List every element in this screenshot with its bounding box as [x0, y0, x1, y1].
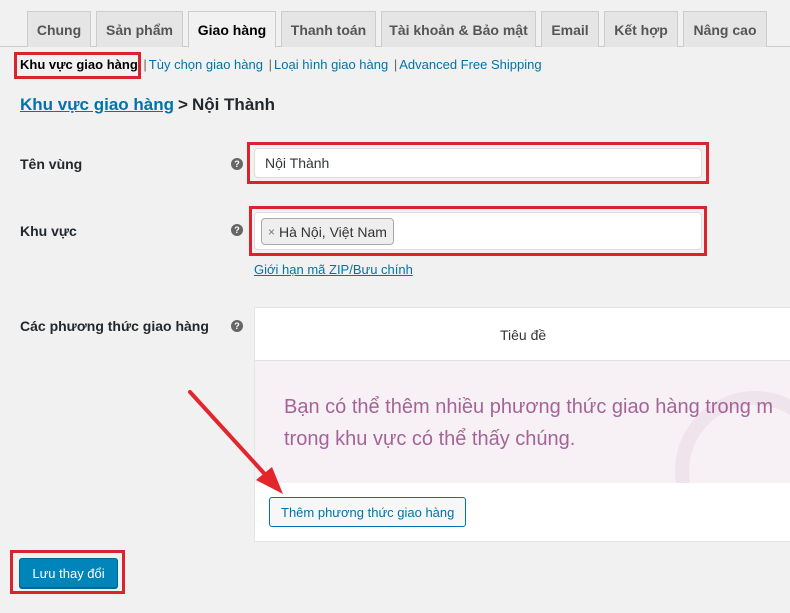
tab-shipping[interactable]: Giao hàng	[188, 11, 276, 48]
subnav-shipping-options[interactable]: Tùy chọn giao hàng	[149, 57, 263, 72]
blank-state-line-2: trong khu vực có thể thấy chúng.	[284, 428, 576, 450]
tab-integration[interactable]: Kết hợp	[604, 11, 678, 47]
remove-icon[interactable]: ×	[268, 225, 275, 239]
breadcrumb-arrow: >	[178, 95, 188, 114]
settings-tabs: Chung Sản phẩm Giao hàng Thanh toán Tài …	[0, 0, 790, 48]
region-chip: × Hà Nội, Việt Nam	[261, 218, 394, 245]
tab-emails[interactable]: Email	[541, 11, 599, 47]
tab-accounts-privacy[interactable]: Tài khoản & Bảo mật	[381, 11, 536, 47]
region-chip-label: Hà Nội, Việt Nam	[279, 223, 387, 240]
limit-zip-link[interactable]: Giới hạn mã ZIP/Bưu chính	[254, 262, 413, 277]
table-header: Tiêu đề	[255, 308, 790, 361]
zone-regions-label: Khu vực	[20, 223, 77, 239]
help-icon[interactable]: ?	[231, 320, 243, 332]
subnav-separator: |	[143, 57, 147, 72]
tab-products[interactable]: Sản phẩm	[96, 11, 183, 47]
help-icon[interactable]: ?	[231, 158, 243, 170]
subnav-separator: |	[393, 57, 398, 72]
subnav-separator: |	[268, 57, 272, 72]
shipping-methods-table: Tiêu đề Bạn có thể thêm nhiều phương thứ…	[254, 307, 790, 542]
subnav-shipping-classes[interactable]: Loại hình giao hàng	[274, 57, 388, 72]
shipping-methods-label: Các phương thức giao hàng	[20, 318, 209, 334]
page-title: Khu vực giao hàng > Nội Thành	[20, 95, 275, 115]
breadcrumb-current: Nội Thành	[191, 95, 276, 114]
zone-regions-select[interactable]: × Hà Nội, Việt Nam	[254, 212, 702, 250]
add-shipping-method-button[interactable]: Thêm phương thức giao hàng	[269, 497, 467, 527]
subnav-advanced-free-shipping[interactable]: Advanced Free Shipping	[399, 57, 541, 72]
tab-general[interactable]: Chung	[27, 11, 91, 47]
tab-payments[interactable]: Thanh toán	[281, 11, 376, 47]
zone-name-label: Tên vùng	[20, 156, 83, 172]
tab-advanced[interactable]: Nâng cao	[683, 11, 767, 47]
column-title-header: Tiêu đề	[500, 327, 547, 343]
breadcrumb-zones-link[interactable]: Khu vực giao hàng	[20, 95, 174, 114]
shipping-subnav: Khu vực giao hàng | Tùy chọn giao hàng | L…	[20, 57, 542, 72]
help-icon[interactable]: ?	[231, 224, 243, 236]
save-changes-button[interactable]: Lưu thay đổi	[19, 558, 118, 588]
zone-name-input[interactable]: Nội Thành	[254, 148, 702, 178]
subnav-shipping-zones[interactable]: Khu vực giao hàng	[20, 57, 138, 72]
blank-state-line-1: Bạn có thể thêm nhiều phương thức giao h…	[284, 396, 774, 418]
blank-state: Bạn có thể thêm nhiều phương thức giao h…	[255, 361, 790, 483]
blank-state-message: Bạn có thể thêm nhiều phương thức giao h…	[284, 391, 790, 455]
